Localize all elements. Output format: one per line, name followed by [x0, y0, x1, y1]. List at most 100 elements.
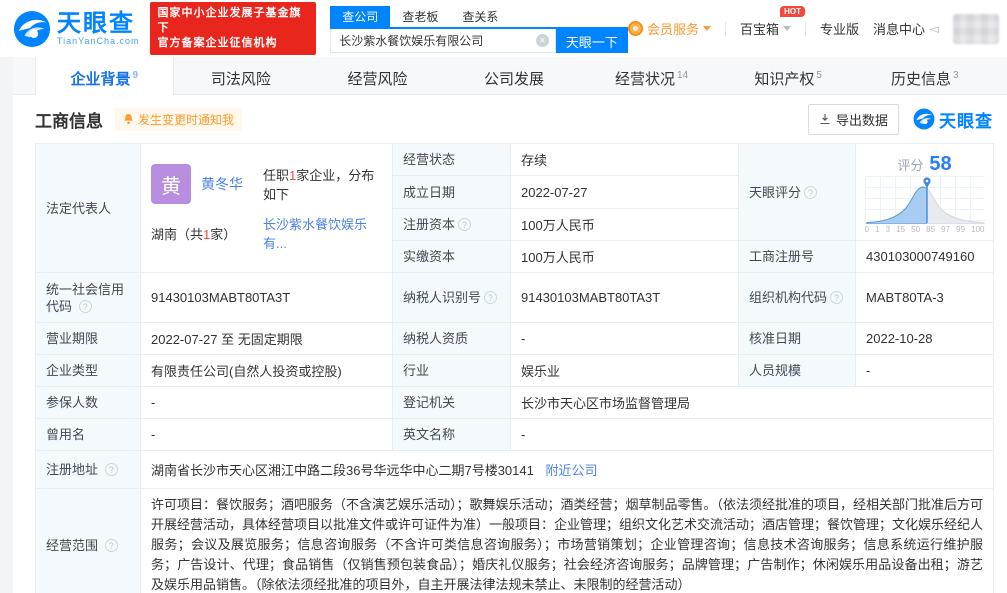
taxpayer-id-label: 纳税人识别号 — [403, 290, 482, 305]
logo-title: 天眼查 — [57, 9, 135, 37]
site-logo[interactable]: 天眼查 TianYanCha.com — [13, 10, 140, 48]
menu-vip-services[interactable]: 会员服务 — [627, 19, 711, 38]
value-staff-size: - — [855, 354, 994, 387]
label-business-status: 经营状态 — [392, 143, 511, 176]
top-bar: 天眼查 TianYanCha.com 国家中小企业发展子基金旗下 官方备案企业征… — [0, 0, 1007, 57]
menu-divider — [804, 21, 806, 36]
label-business-term: 营业期限 — [35, 322, 141, 355]
download-icon — [820, 114, 830, 125]
tab-label: 公司发展 — [484, 71, 545, 88]
value-org-code: MABT80TA-3 — [855, 272, 994, 323]
tab-label: 知识产权 — [754, 71, 815, 88]
value-registration-authority: 长沙市天心区市场监督管理局 — [510, 386, 994, 419]
search-tab-boss[interactable]: 查老板 — [390, 6, 450, 27]
search-input[interactable] — [331, 29, 555, 52]
label-registered-capital: 注册资本? — [392, 208, 511, 241]
label-business-scope: 经营范围 ? — [35, 488, 141, 593]
tab-intellectual-property[interactable]: 知识产权 5 — [720, 57, 857, 94]
legal-rep-name-link[interactable]: 黄冬华 — [201, 174, 243, 194]
watermark-brand-label: 天眼查 — [939, 111, 993, 131]
tick: 1 — [875, 224, 880, 234]
search-button[interactable]: 天眼一下 — [555, 29, 628, 53]
score-caption-label: 评分 — [897, 157, 924, 173]
clear-search-icon[interactable]: ✕ — [535, 34, 549, 47]
help-icon[interactable]: ? — [78, 299, 92, 313]
help-icon[interactable]: ? — [804, 185, 818, 199]
value-paidin-capital: 100万人民币 — [510, 240, 739, 273]
tab-history-info[interactable]: 历史信息 3 — [856, 57, 993, 94]
user-avatar[interactable] — [953, 13, 999, 44]
value-registration-number: 430103000749160 — [855, 240, 994, 273]
tick: 99 — [956, 224, 966, 234]
legal-rep-avatar[interactable]: 黄 — [151, 164, 191, 204]
label-former-name: 曾用名 — [35, 418, 141, 451]
tab-operating-status[interactable]: 经营状况 14 — [583, 57, 720, 94]
label-taxpayer-quality: 纳税人资质 — [392, 322, 511, 355]
tianyancha-logo-icon — [13, 10, 51, 47]
help-icon[interactable]: ? — [104, 538, 118, 552]
tianyancha-logo-icon — [913, 108, 935, 130]
tab-count: 5 — [816, 70, 822, 81]
score-value: 58 — [929, 152, 952, 175]
value-former-name: - — [140, 418, 393, 451]
help-icon[interactable]: ? — [104, 463, 118, 476]
tab-label: 经营状况 — [615, 71, 676, 88]
tick: 85 — [926, 224, 936, 234]
bell-curve-blue — [866, 185, 927, 224]
page-gutter — [0, 57, 13, 593]
tick: 0 — [864, 224, 869, 234]
score-caption: 评分 58 — [864, 153, 985, 176]
label-taxpayer-id: 纳税人识别号? — [392, 272, 511, 323]
value-established-date: 2022-07-27 — [510, 175, 739, 209]
menu-messages-label: 消息中心 — [872, 22, 925, 37]
vip-medal-icon — [627, 21, 643, 36]
help-icon[interactable]: ? — [830, 291, 844, 304]
help-icon[interactable]: ? — [458, 218, 472, 231]
tianyan-score-cell[interactable]: 评分 58 0 1 3 15 50 85 97 99 100 — [855, 143, 994, 241]
tab-judicial-risk[interactable]: 司法风险 — [174, 57, 311, 94]
tab-company-background[interactable]: 企业背景 9 — [35, 57, 174, 95]
note-prefix: 任职 — [263, 168, 290, 183]
tab-count: 9 — [132, 70, 139, 81]
value-english-name: - — [510, 418, 994, 451]
search-tab-company[interactable]: 查公司 — [330, 6, 391, 27]
label-english-name: 英文名称 — [392, 418, 511, 451]
tab-company-development[interactable]: 公司发展 — [447, 57, 584, 94]
menu-message-center[interactable]: 消息中心 ◅ — [873, 19, 939, 38]
menu-toolbox-label: 百宝箱 — [739, 22, 779, 37]
value-credit-code: 91430103MABT80TA3T — [140, 272, 393, 323]
menu-divider — [724, 21, 726, 36]
chevron-down-icon — [702, 26, 711, 31]
company-section-tabs: 企业背景 9 司法风险 经营风险 公司发展 经营状况 14 知识产权 5 历史信息 3 — [13, 57, 1007, 95]
search-input-wrap: ✕ — [330, 29, 556, 53]
tab-count: 3 — [952, 70, 959, 81]
hot-badge: HOT — [780, 6, 805, 17]
menu-pro-version[interactable]: 专业版 — [820, 19, 859, 38]
score-pin-icon — [922, 176, 931, 188]
help-icon[interactable]: ? — [484, 291, 498, 304]
nearby-companies-link[interactable]: 附近公司 — [545, 463, 597, 478]
export-data-button[interactable]: 导出数据 — [807, 103, 899, 135]
notify-change-button[interactable]: 发生变更时通知我 — [115, 107, 243, 131]
registered-capital-label: 注册资本 — [403, 217, 456, 232]
search-tab-relation[interactable]: 查关系 — [450, 6, 510, 27]
legal-representative-cell: 黄 黄冬华 任职1家企业，分布如下 湖南（共1家） 长沙紫水餐饮娱乐有... — [140, 143, 393, 273]
tab-label: 经营风险 — [347, 71, 408, 88]
registered-address-label: 注册地址 — [46, 462, 99, 477]
value-registered-address: 湖南省长沙市天心区湘江中路二段36号华远华中心二期7号楼30141 附近公司 — [140, 450, 994, 489]
label-registration-number: 工商注册号 — [738, 240, 856, 273]
value-insured-count: - — [140, 386, 393, 419]
label-registration-authority: 登记机关 — [392, 386, 511, 419]
bell-icon — [124, 113, 133, 125]
tick: 97 — [941, 224, 951, 234]
value-business-status: 存续 — [510, 143, 739, 176]
value-approval-date: 2022-10-28 — [855, 322, 994, 355]
certification-line2: 官方备案企业征信机构 — [157, 37, 278, 49]
search-module: 查公司 查老板 查关系 ✕ 天眼一下 — [330, 6, 628, 53]
legal-rep-company-link[interactable]: 长沙紫水餐饮娱乐有... — [263, 217, 367, 251]
certification-line1: 国家中小企业发展子基金旗下 — [157, 7, 302, 34]
org-code-label: 组织机构代码 — [749, 290, 828, 305]
tab-operation-risk[interactable]: 经营风险 — [310, 57, 447, 94]
menu-toolbox[interactable]: HOT 百宝箱 — [739, 6, 805, 38]
business-info-table: 法定代表人 黄 黄冬华 任职1家企业，分布如下 湖南（共1家） 长沙紫水餐饮娱乐… — [35, 143, 994, 593]
